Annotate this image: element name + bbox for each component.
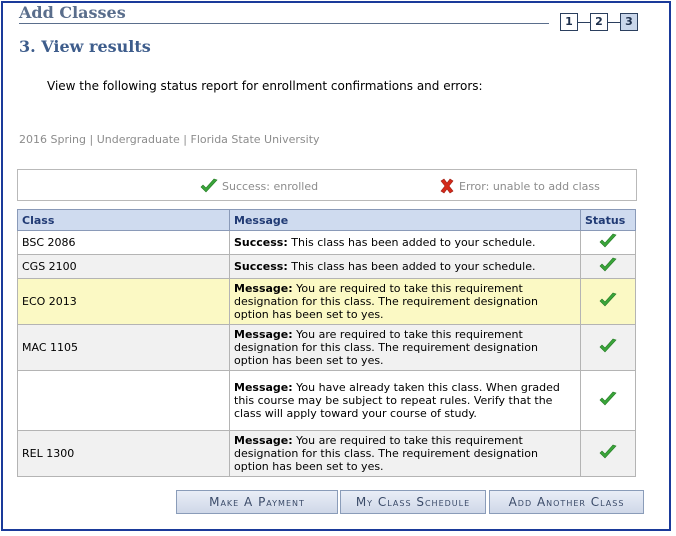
status-cell — [580, 254, 636, 279]
message-label: Success: — [234, 260, 288, 273]
message-cell: Message: You have already taken this cla… — [229, 370, 581, 431]
message-cell: Success: This class has been added to yo… — [229, 230, 581, 255]
status-cell — [580, 370, 636, 431]
intro-text: View the following status report for enr… — [47, 79, 483, 93]
message-label: Message: — [234, 434, 293, 447]
check-icon — [599, 391, 617, 406]
step-2: 2 — [590, 13, 608, 31]
class-cell: ECO 2013 — [17, 278, 230, 325]
step-connector — [608, 22, 620, 23]
legend-error-label: Error: unable to add class — [459, 179, 600, 193]
x-icon — [440, 178, 454, 194]
table-row: ECO 2013 Message: You are required to ta… — [17, 278, 636, 325]
message-text: This class has been added to your schedu… — [287, 236, 536, 249]
check-icon — [599, 292, 617, 307]
my-class-schedule-button[interactable]: My Class Schedule — [340, 490, 486, 514]
status-legend: Success: enrolled Error: unable to add c… — [17, 169, 637, 201]
col-header-class: Class — [17, 209, 230, 231]
check-icon — [599, 233, 617, 248]
table-row: BSC 2086 Success: This class has been ad… — [17, 230, 636, 255]
col-header-message: Message — [229, 209, 581, 231]
table-row: MAC 1105 Message: You are required to ta… — [17, 324, 636, 371]
status-cell — [580, 324, 636, 371]
message-cell: Success: This class has been added to yo… — [229, 254, 581, 279]
message-label: Message: — [234, 282, 293, 295]
col-header-status: Status — [580, 209, 636, 231]
message-label: Message: — [234, 381, 293, 394]
step-3-active: 3 — [620, 13, 638, 31]
message-cell: Message: You are required to take this r… — [229, 278, 581, 325]
message-label: Success: — [234, 236, 288, 249]
check-icon — [599, 257, 617, 272]
make-payment-button[interactable]: Make A Payment — [176, 490, 338, 514]
step-connector — [578, 22, 590, 23]
class-cell: CGS 2100 — [17, 254, 230, 279]
class-cell: REL 1300 — [17, 430, 230, 477]
results-table: Class Message Status BSC 2086 Success: T… — [17, 209, 636, 477]
message-label: Message: — [234, 328, 293, 341]
message-cell: Message: You are required to take this r… — [229, 324, 581, 371]
legend-error: Error: unable to add class — [439, 178, 600, 194]
status-cell — [580, 230, 636, 255]
check-icon — [599, 338, 617, 353]
class-cell — [17, 370, 230, 431]
table-row: CGS 2100 Success: This class has been ad… — [17, 254, 636, 279]
section-title: 3. View results — [19, 37, 151, 56]
term-info: 2016 Spring | Undergraduate | Florida St… — [19, 133, 320, 146]
add-another-class-button[interactable]: Add Another Class — [489, 490, 644, 514]
class-cell: MAC 1105 — [17, 324, 230, 371]
table-row: REL 1300 Message: You are required to ta… — [17, 430, 636, 477]
title-divider — [19, 23, 549, 24]
legend-success-label: Success: enrolled — [222, 179, 319, 193]
message-text: This class has been added to your schedu… — [287, 260, 536, 273]
legend-success: Success: enrolled — [200, 178, 318, 194]
page-title: Add Classes — [19, 3, 126, 22]
class-cell: BSC 2086 — [17, 230, 230, 255]
check-icon — [200, 178, 218, 193]
table-header-row: Class Message Status — [17, 209, 636, 231]
step-1: 1 — [560, 13, 578, 31]
table-row: Message: You have already taken this cla… — [17, 370, 636, 431]
status-cell — [580, 430, 636, 477]
check-icon — [599, 444, 617, 459]
message-cell: Message: You are required to take this r… — [229, 430, 581, 477]
status-cell — [580, 278, 636, 325]
